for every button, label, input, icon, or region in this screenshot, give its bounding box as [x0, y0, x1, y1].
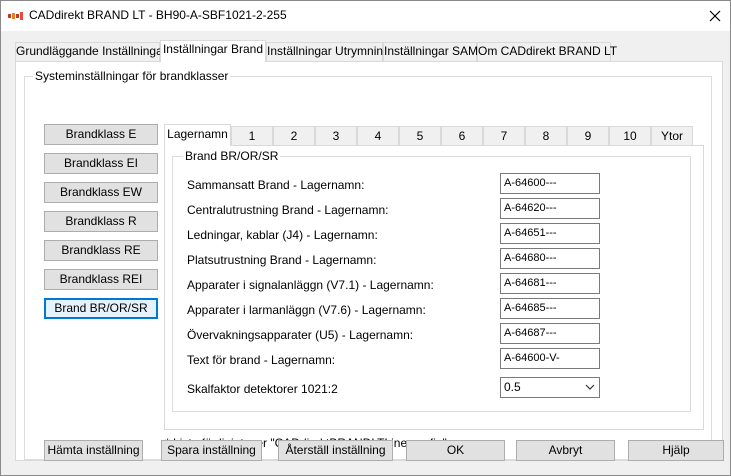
tab-ytor[interactable]: Ytor [651, 126, 693, 145]
brand-br-or-sr-button[interactable]: Brand BR/OR/SR [44, 298, 158, 319]
ledningar-input[interactable]: A-64651--- [500, 223, 600, 244]
cancel-button[interactable]: Avbryt [516, 440, 615, 461]
skalfaktor-value: 0.5 [504, 380, 521, 394]
lagernamn-panel: Brand BR/OR/SR Sammansatt Brand - Lagern… [164, 145, 704, 430]
tab-9[interactable]: 9 [567, 126, 609, 145]
dialog-client: Grundläggande Inställningar Inställninga… [1, 31, 730, 475]
brand-br-or-sr-group: Brand BR/OR/SR Sammansatt Brand - Lagern… [172, 149, 691, 412]
brand-group-title: Brand BR/OR/SR [183, 149, 281, 163]
skalfaktor-select[interactable]: 0.5 [500, 377, 600, 398]
field-label-ledningar: Ledningar, kablar (J4) - Lagernamn: [187, 228, 378, 242]
brandklass-re-button[interactable]: Brandklass RE [44, 240, 158, 261]
save-settings-button[interactable]: Spara inställning [161, 440, 262, 461]
brand-settings-panel: Systeminställningar för brandklasser Bra… [15, 61, 723, 461]
field-label-text-brand: Text för brand - Lagernamn: [187, 353, 336, 367]
tab-2[interactable]: 2 [273, 126, 315, 145]
dialog-window: CADdirekt BRAND LT - BH90-A-SBF1021-2-25… [0, 0, 731, 476]
tab-brand[interactable]: Inställningar Brand [160, 40, 266, 62]
app-logo-icon [8, 12, 23, 20]
tab-utrymning[interactable]: Inställningar Utrymning [266, 42, 390, 61]
sammansatt-brand-input[interactable]: A-64600--- [500, 173, 600, 194]
tab-3[interactable]: 3 [315, 126, 357, 145]
tab-5[interactable]: 5 [399, 126, 441, 145]
ok-button[interactable]: OK [406, 440, 505, 461]
title-bar: CADdirekt BRAND LT - BH90-A-SBF1021-2-25… [1, 1, 730, 31]
field-label-overvakning: Övervakningsapparater (U5) - Lagernamn: [187, 328, 414, 342]
signalanlaggn-input[interactable]: A-64681--- [500, 273, 600, 294]
brandklass-rei-button[interactable]: Brandklass REI [44, 269, 158, 290]
centralutrustning-input[interactable]: A-64620--- [500, 198, 600, 219]
system-settings-title: Systeminställningar för brandklasser [33, 69, 231, 83]
tab-8[interactable]: 8 [525, 126, 567, 145]
tab-7[interactable]: 7 [483, 126, 525, 145]
tab-sam[interactable]: Inställningar SAM [383, 42, 478, 61]
tab-10[interactable]: 10 [609, 126, 651, 145]
tab-om[interactable]: Om CADdirekt BRAND LT [477, 42, 617, 61]
field-label-centralutrustning: Centralutrustning Brand - Lagernamn: [187, 203, 389, 217]
field-label-platsutrustning: Platsutrustning Brand - Lagernamn: [187, 253, 377, 267]
window-title: CADdirekt BRAND LT - BH90-A-SBF1021-2-25… [29, 8, 287, 22]
text-brand-input[interactable]: A-64600-V- [500, 348, 600, 369]
close-icon [709, 10, 721, 22]
close-button[interactable] [700, 1, 730, 31]
field-label-larmanlaggn: Apparater i larmanläggn (V7.6) - Lagerna… [187, 303, 426, 317]
reset-settings-button[interactable]: Återställ inställning [278, 440, 393, 461]
tab-1[interactable]: 1 [231, 126, 273, 145]
tab-lagernamn[interactable]: Lagernamn [164, 124, 231, 146]
platsutrustning-input[interactable]: A-64680--- [500, 248, 600, 269]
help-button[interactable]: Hjälp [628, 440, 724, 461]
tab-4[interactable]: 4 [357, 126, 399, 145]
field-label-sammansatt: Sammansatt Brand - Lagernamn: [187, 178, 365, 192]
brandklass-ew-button[interactable]: Brandklass EW [44, 182, 158, 203]
brandklass-r-button[interactable]: Brandklass R [44, 211, 158, 232]
field-label-signalanlaggn: Apparater i signalanläggn (V7.1) - Lager… [187, 278, 434, 292]
tab-grundlaggande[interactable]: Grundläggande Inställningar [15, 42, 167, 61]
fetch-settings-button[interactable]: Hämta inställning [44, 440, 143, 461]
larmanlaggn-input[interactable]: A-64685--- [500, 298, 600, 319]
brandklass-ei-button[interactable]: Brandklass EI [44, 153, 158, 174]
field-label-skalfaktor: Skalfaktor detektorer 1021:2 [187, 382, 338, 396]
chevron-down-icon [585, 384, 595, 390]
brandklass-e-button[interactable]: Brandklass E [44, 124, 158, 145]
tab-6[interactable]: 6 [441, 126, 483, 145]
overvakning-input[interactable]: A-64687--- [500, 323, 600, 344]
